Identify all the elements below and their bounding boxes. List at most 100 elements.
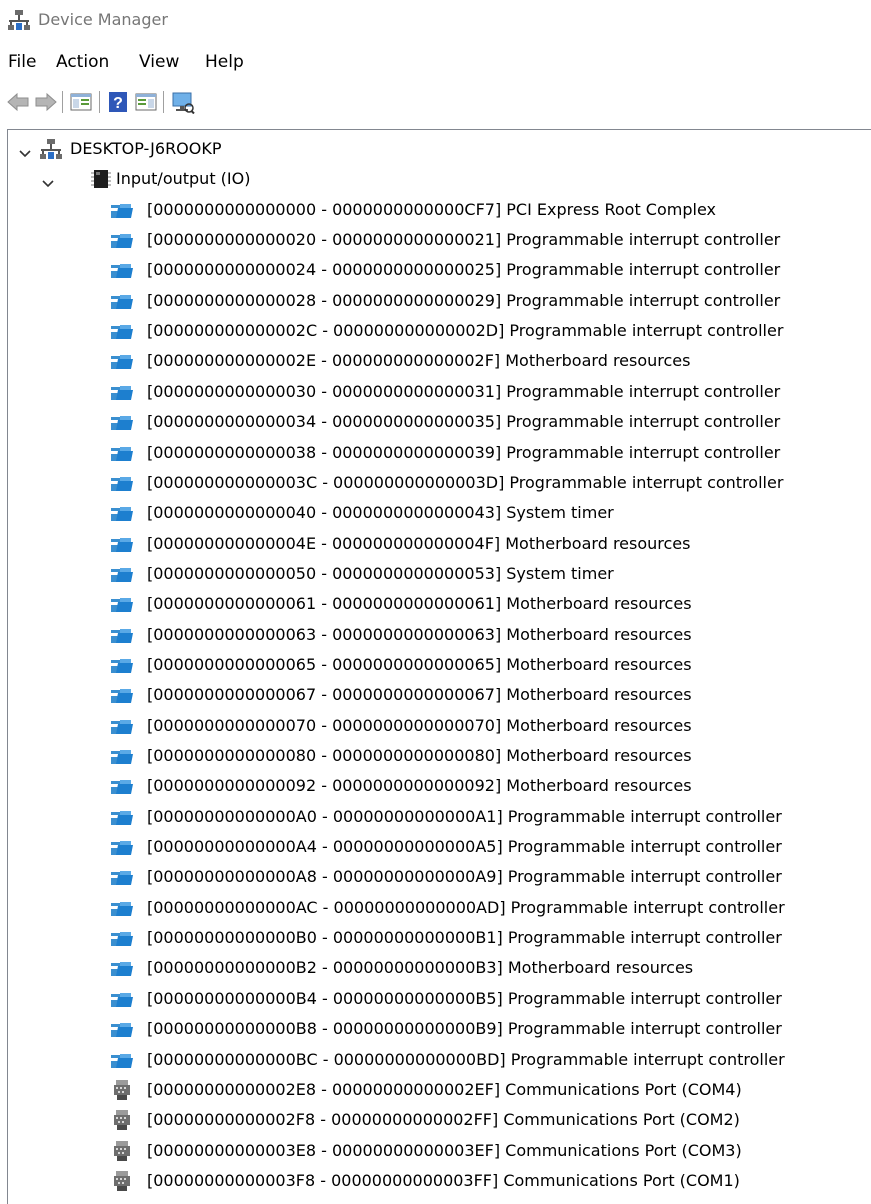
tree-item-label: [00000000000002E8 - 00000000000002EF] Co… <box>147 1079 742 1099</box>
tree-item-label: Input/output (IO) <box>116 169 251 189</box>
tree-item-label: [00000000000002F8 - 00000000000002FF] Co… <box>147 1110 740 1130</box>
io-folder-icon <box>111 473 133 493</box>
tree-item[interactable]: [0000000000000024 - 0000000000000025] Pr… <box>8 255 868 285</box>
help-icon[interactable]: ? <box>106 90 130 114</box>
tree-item[interactable]: [00000000000002E8 - 00000000000002EF] Co… <box>8 1075 868 1105</box>
io-folder-icon <box>111 382 133 402</box>
tree-item[interactable]: [00000000000000B2 - 00000000000000B3] Mo… <box>8 953 868 983</box>
menu-help[interactable]: Help <box>205 51 244 73</box>
io-folder-icon <box>111 837 133 857</box>
tree-item[interactable]: [00000000000000AC - 00000000000000AD] Pr… <box>8 893 868 923</box>
tree-item-label: [00000000000000BC - 00000000000000BD] Pr… <box>147 1049 785 1069</box>
tree-item-label: DESKTOP-J6ROOKP <box>70 139 222 158</box>
chevron-down-icon[interactable] <box>41 171 55 188</box>
tree-item[interactable]: [00000000000002F8 - 00000000000002FF] Co… <box>8 1105 868 1135</box>
tree-item[interactable]: [00000000000000BC - 00000000000000BD] Pr… <box>8 1045 868 1075</box>
tree-item[interactable]: [0000000000000020 - 0000000000000021] Pr… <box>8 225 868 255</box>
menu-file[interactable]: File <box>8 51 36 73</box>
io-folder-icon <box>111 351 133 371</box>
tree-item[interactable]: [0000000000000028 - 0000000000000029] Pr… <box>8 286 868 316</box>
io-folder-icon <box>111 1050 133 1070</box>
io-folder-icon <box>111 564 133 584</box>
tree-item[interactable]: [0000000000000065 - 0000000000000065] Mo… <box>8 650 868 680</box>
tree-item[interactable]: [00000000000000A4 - 00000000000000A5] Pr… <box>8 832 868 862</box>
tree-root-computer[interactable]: DESKTOP-J6ROOKP <box>8 134 868 164</box>
com-port-icon <box>111 1170 133 1191</box>
computer-icon <box>40 139 62 159</box>
io-chip-icon <box>90 169 112 189</box>
tree-item-label: [00000000000000A8 - 00000000000000A9] Pr… <box>147 867 782 887</box>
menu-view[interactable]: View <box>139 51 179 73</box>
toolbar: ? <box>0 86 871 120</box>
back-icon[interactable] <box>6 90 30 114</box>
tree-item-label: [0000000000000038 - 0000000000000039] Pr… <box>147 442 781 462</box>
tree-item[interactable]: [00000000000000B0 - 00000000000000B1] Pr… <box>8 923 868 953</box>
io-folder-icon <box>111 928 133 948</box>
tree-item-label: [0000000000000024 - 0000000000000025] Pr… <box>147 260 781 280</box>
tree-category-io[interactable]: Input/output (IO) <box>8 164 868 194</box>
tree-item-label: [0000000000000020 - 0000000000000021] Pr… <box>147 230 781 250</box>
io-folder-icon <box>111 685 133 705</box>
tree-item-label: [0000000000000067 - 0000000000000067] Mo… <box>147 685 692 705</box>
properties-icon[interactable] <box>134 90 158 114</box>
device-tree[interactable]: DESKTOP-J6ROOKP Input/output (IO) [0000000… <box>7 129 871 1204</box>
tree-item-label: [0000000000000028 - 0000000000000029] Pr… <box>147 290 781 310</box>
tree-item[interactable]: [000000000000004E - 000000000000004F] Mo… <box>8 529 868 559</box>
tree-item[interactable]: [0000000000000000 - 0000000000000CF7] PC… <box>8 195 868 225</box>
tree-item[interactable]: [0000000000000063 - 0000000000000063] Mo… <box>8 620 868 650</box>
io-folder-icon <box>111 867 133 887</box>
tree-item-label: [00000000000000AC - 00000000000000AD] Pr… <box>147 897 785 917</box>
io-folder-icon <box>111 443 133 463</box>
tree-item[interactable]: [00000000000000A8 - 00000000000000A9] Pr… <box>8 862 868 892</box>
show-hide-console-tree-icon[interactable] <box>69 90 93 114</box>
tree-item[interactable]: [000000000000003C - 000000000000003D] Pr… <box>8 468 868 498</box>
forward-icon[interactable] <box>34 90 58 114</box>
tree-item[interactable]: [00000000000003F8 - 00000000000003FF] Co… <box>8 1166 868 1196</box>
io-folder-icon <box>111 594 133 614</box>
io-folder-icon <box>111 898 133 918</box>
tree-item[interactable]: [0000000000000092 - 0000000000000092] Mo… <box>8 771 868 801</box>
io-folder-icon <box>111 534 133 554</box>
io-folder-icon <box>111 412 133 432</box>
scan-hardware-icon[interactable] <box>171 90 195 114</box>
tree-item[interactable]: [0000000000000070 - 0000000000000070] Mo… <box>8 711 868 741</box>
tree-item[interactable]: [00000000000003E8 - 00000000000003EF] Co… <box>8 1136 868 1166</box>
tree-item-label: [00000000000000B4 - 00000000000000B5] Pr… <box>147 988 782 1008</box>
tree-item-label: [000000000000004E - 000000000000004F] Mo… <box>147 533 691 553</box>
tree-item[interactable]: [000000000000002C - 000000000000002D] Pr… <box>8 316 868 346</box>
tree-item-label: [0000000000000034 - 0000000000000035] Pr… <box>147 412 781 432</box>
tree-item-label: [0000000000000030 - 0000000000000031] Pr… <box>147 381 781 401</box>
menu-bar: File Action View Help <box>0 46 871 78</box>
tree-item[interactable]: [0000000000000080 - 0000000000000080] Mo… <box>8 741 868 771</box>
io-folder-icon <box>111 260 133 280</box>
tree-item[interactable]: [000000000000002E - 000000000000002F] Mo… <box>8 346 868 376</box>
io-folder-icon <box>111 230 133 250</box>
tree-item[interactable]: [0000000000000030 - 0000000000000031] Pr… <box>8 377 868 407</box>
com-port-icon <box>111 1140 133 1161</box>
chevron-down-icon[interactable] <box>18 141 32 158</box>
tree-item-label: [000000000000003C - 000000000000003D] Pr… <box>147 472 784 492</box>
tree-item-label: [0000000000000040 - 0000000000000043] Sy… <box>147 503 614 523</box>
device-manager-icon <box>8 10 30 30</box>
tree-item-label: [00000000000003E8 - 00000000000003EF] Co… <box>147 1140 742 1160</box>
tree-item[interactable]: [0000000000000061 - 0000000000000061] Mo… <box>8 589 868 619</box>
tree-item[interactable]: [00000000000000A0 - 00000000000000A1] Pr… <box>8 802 868 832</box>
tree-item[interactable]: [0000000000000067 - 0000000000000067] Mo… <box>8 680 868 710</box>
com-port-icon <box>111 1079 133 1100</box>
io-folder-icon <box>111 321 133 341</box>
tree-item[interactable]: [0000000000000038 - 0000000000000039] Pr… <box>8 438 868 468</box>
io-folder-icon <box>111 655 133 675</box>
tree-item-label: [0000000000000063 - 0000000000000063] Mo… <box>147 624 692 644</box>
tree-item[interactable]: [00000000000000B8 - 00000000000000B9] Pr… <box>8 1014 868 1044</box>
tree-item[interactable]: [0000000000000050 - 0000000000000053] Sy… <box>8 559 868 589</box>
io-folder-icon <box>111 958 133 978</box>
tree-item[interactable]: [00000000000000B4 - 00000000000000B5] Pr… <box>8 984 868 1014</box>
tree-item-label: [0000000000000092 - 0000000000000092] Mo… <box>147 776 692 796</box>
menu-action[interactable]: Action <box>56 51 109 73</box>
io-folder-icon <box>111 776 133 796</box>
tree-item-label: [0000000000000000 - 0000000000000CF7] PC… <box>147 199 716 219</box>
tree-item[interactable]: [0000000000000040 - 0000000000000043] Sy… <box>8 498 868 528</box>
tree-item-label: [0000000000000061 - 0000000000000061] Mo… <box>147 594 692 614</box>
tree-item[interactable]: [0000000000000034 - 0000000000000035] Pr… <box>8 407 868 437</box>
io-folder-icon <box>111 503 133 523</box>
